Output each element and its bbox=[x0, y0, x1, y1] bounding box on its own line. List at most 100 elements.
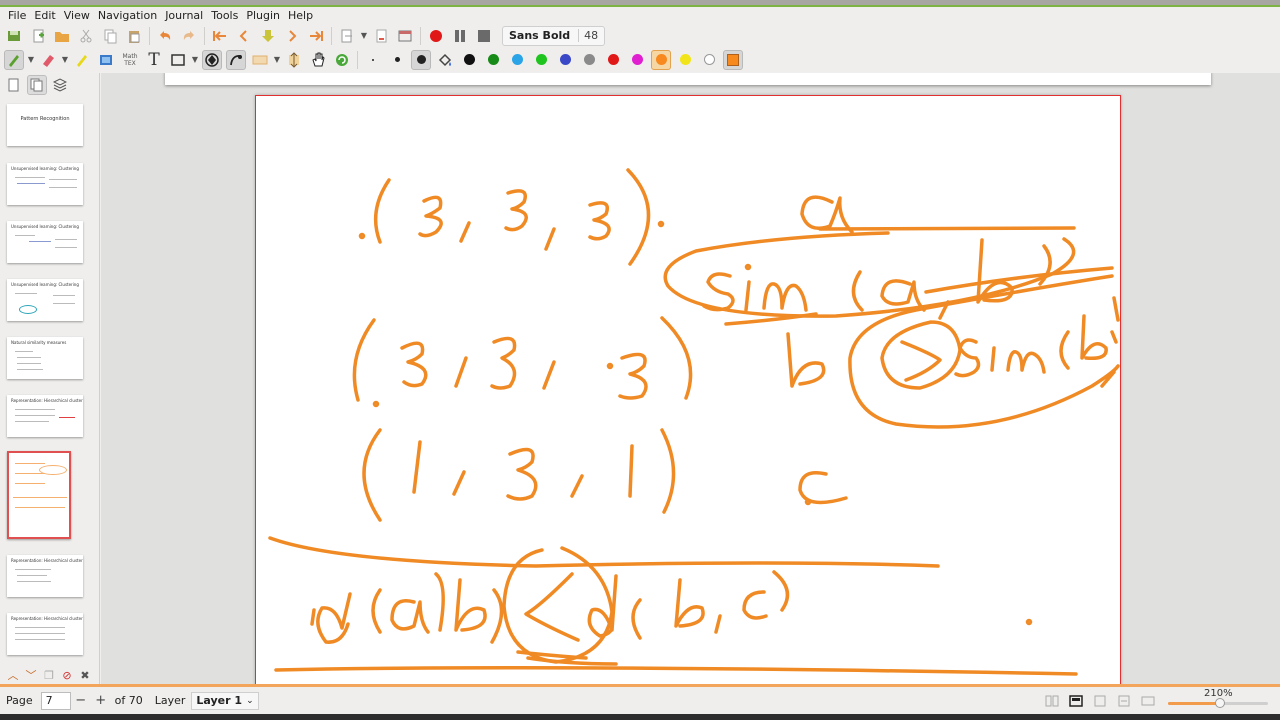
color-orange-button[interactable] bbox=[651, 49, 671, 70]
thumbnail-title bbox=[9, 453, 69, 459]
shape-recognizer-button[interactable] bbox=[226, 49, 246, 70]
thickness-medium-button[interactable] bbox=[387, 50, 407, 70]
pair-pages-button[interactable] bbox=[1042, 693, 1062, 709]
page-thumbnail[interactable]: Unsupervised learning: Clustering bbox=[7, 221, 83, 263]
menu-file[interactable]: File bbox=[4, 9, 30, 22]
move-page-down-button[interactable]: ﹀ bbox=[22, 667, 40, 683]
next-page-button[interactable] bbox=[282, 26, 302, 46]
record-button[interactable] bbox=[426, 26, 446, 46]
cut-button[interactable] bbox=[76, 26, 96, 46]
color-blue-button[interactable] bbox=[555, 50, 575, 70]
save-button[interactable] bbox=[4, 26, 24, 46]
color-light-green-button[interactable] bbox=[531, 50, 551, 70]
layer-selector[interactable]: Layer 1 ⌄ bbox=[191, 691, 259, 710]
menu-journal[interactable]: Journal bbox=[161, 9, 207, 22]
copy-button[interactable] bbox=[100, 26, 120, 46]
thickness-fine-button[interactable] bbox=[363, 50, 383, 70]
zoom-handle[interactable] bbox=[1215, 698, 1225, 708]
page-thumbnail[interactable]: Representation: Hierarchical clustering bbox=[7, 613, 83, 655]
color-magenta-button[interactable] bbox=[627, 50, 647, 70]
open-icon bbox=[55, 31, 69, 42]
color-black-button[interactable] bbox=[459, 50, 479, 70]
page-thumbnail[interactable]: Representation: Hierarchical clustering bbox=[7, 395, 83, 437]
vertical-space-button[interactable] bbox=[284, 50, 304, 70]
text-tool-button[interactable]: T bbox=[144, 50, 164, 70]
menu-help[interactable]: Help bbox=[284, 9, 317, 22]
pen-tool-button[interactable] bbox=[4, 49, 24, 70]
color-red-button[interactable] bbox=[603, 50, 623, 70]
presentation-mode-button[interactable] bbox=[1066, 693, 1086, 709]
image-tool-button[interactable] bbox=[96, 50, 116, 70]
tab-page-overview[interactable] bbox=[27, 75, 47, 95]
insert-page-button[interactable] bbox=[337, 26, 357, 46]
latex-tool-button[interactable]: Math TEX bbox=[120, 50, 140, 70]
document-canvas[interactable] bbox=[101, 73, 1280, 685]
thickness-thick-button[interactable] bbox=[411, 49, 431, 70]
default-tool-button[interactable] bbox=[332, 50, 352, 70]
page-thumbnail[interactable]: Natural similarity measures bbox=[7, 337, 83, 379]
zoom-100-button[interactable] bbox=[1138, 693, 1158, 709]
move-page-up-button[interactable]: ︿ bbox=[4, 667, 22, 683]
menu-navigation[interactable]: Navigation bbox=[94, 9, 161, 22]
zoom-slider[interactable]: 210% bbox=[1164, 687, 1274, 714]
eraser-tool-button[interactable] bbox=[38, 50, 58, 70]
tab-page-preview[interactable] bbox=[4, 75, 24, 95]
fit-page-button[interactable] bbox=[1114, 693, 1134, 709]
highlighter-tool-button[interactable] bbox=[72, 50, 92, 70]
shape-tool-button[interactable] bbox=[168, 50, 188, 70]
delete-page-button[interactable] bbox=[371, 26, 391, 46]
color-yellow-button[interactable] bbox=[675, 50, 695, 70]
thumbnail-line bbox=[17, 369, 43, 370]
paste-button[interactable] bbox=[124, 26, 144, 46]
ink-stroke bbox=[880, 320, 962, 390]
page-thumbnail[interactable]: Unsupervised learning: Clustering bbox=[7, 279, 83, 321]
color-light-blue-button[interactable] bbox=[507, 50, 527, 70]
shape-options-dropdown[interactable]: ▼ bbox=[190, 55, 200, 64]
menu-plugin[interactable]: Plugin bbox=[242, 9, 284, 22]
undo-button[interactable] bbox=[155, 26, 175, 46]
fit-width-button[interactable] bbox=[1090, 693, 1110, 709]
page-decrement-button[interactable]: − bbox=[71, 693, 91, 708]
custom-color-button[interactable] bbox=[723, 49, 743, 70]
menu-tools[interactable]: Tools bbox=[207, 9, 242, 22]
current-page[interactable] bbox=[255, 95, 1121, 685]
zoom-track[interactable] bbox=[1168, 698, 1268, 708]
prev-page-button[interactable] bbox=[234, 26, 254, 46]
fill-button[interactable] bbox=[435, 50, 455, 70]
copy-page-button[interactable]: ❐ bbox=[40, 669, 58, 682]
first-page-button[interactable] bbox=[210, 26, 230, 46]
font-selector[interactable]: Sans Bold 48 bbox=[502, 25, 606, 46]
close-sidebar-button[interactable]: ✖ bbox=[76, 669, 94, 682]
pen-options-dropdown[interactable]: ▼ bbox=[26, 55, 36, 64]
menu-edit[interactable]: Edit bbox=[30, 9, 59, 22]
open-button[interactable] bbox=[52, 26, 72, 46]
tab-layers[interactable] bbox=[50, 75, 70, 95]
redo-button[interactable] bbox=[179, 26, 199, 46]
color-green-button[interactable] bbox=[483, 50, 503, 70]
fit-width-icon bbox=[1094, 695, 1106, 706]
goto-page-button[interactable] bbox=[258, 26, 278, 46]
insert-page-dropdown[interactable]: ▼ bbox=[359, 31, 369, 40]
snap-rotation-button[interactable] bbox=[202, 49, 222, 70]
pause-button[interactable] bbox=[450, 26, 470, 46]
ink-stroke bbox=[1006, 350, 1046, 374]
eraser-options-dropdown[interactable]: ▼ bbox=[60, 55, 70, 64]
select-options-dropdown[interactable]: ▼ bbox=[272, 55, 282, 64]
page-thumbnail-selected[interactable] bbox=[7, 451, 71, 539]
page-increment-button[interactable]: + bbox=[91, 693, 111, 708]
layers-icon bbox=[53, 78, 67, 92]
page-thumbnail[interactable]: Representation: Hierarchical clustering bbox=[7, 555, 83, 597]
color-gray-button[interactable] bbox=[579, 50, 599, 70]
fullscreen-button[interactable] bbox=[395, 26, 415, 46]
select-region-button[interactable] bbox=[250, 50, 270, 70]
menu-view[interactable]: View bbox=[60, 9, 94, 22]
stop-button[interactable] bbox=[474, 26, 494, 46]
page-thumbnail[interactable]: Unsupervised learning: Clustering bbox=[7, 163, 83, 205]
hand-tool-button[interactable] bbox=[308, 50, 328, 70]
delete-page-button-sidebar[interactable]: ⊘ bbox=[58, 669, 76, 682]
last-page-button[interactable] bbox=[306, 26, 326, 46]
page-number-input[interactable]: 7 bbox=[40, 691, 71, 710]
color-white-button[interactable] bbox=[699, 50, 719, 70]
new-page-button[interactable] bbox=[28, 26, 48, 46]
page-thumbnail[interactable]: Pattern Recognition bbox=[7, 104, 83, 146]
